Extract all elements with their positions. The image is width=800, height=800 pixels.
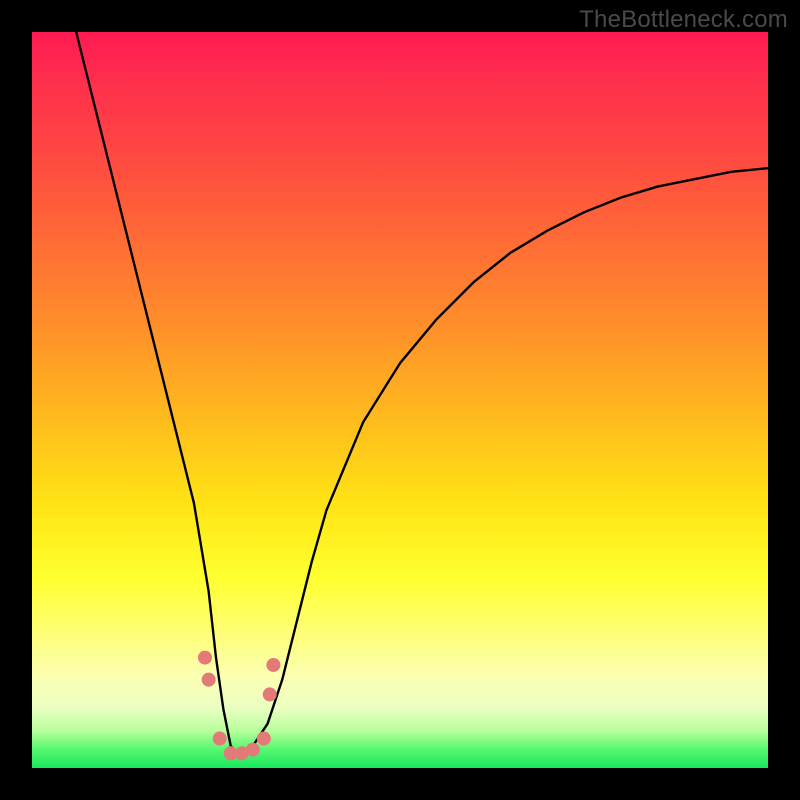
curve-marker	[257, 732, 271, 746]
curve-marker	[246, 743, 260, 757]
plot-area	[32, 32, 768, 768]
watermark-text: TheBottleneck.com	[579, 6, 788, 34]
chart-svg	[32, 32, 768, 768]
curve-marker	[213, 732, 227, 746]
curve-markers	[198, 651, 280, 761]
curve-marker	[266, 658, 280, 672]
chart-frame: TheBottleneck.com	[0, 0, 800, 800]
curve-marker	[263, 687, 277, 701]
curve-marker	[198, 651, 212, 665]
bottleneck-curve	[76, 32, 768, 753]
curve-marker	[202, 673, 216, 687]
